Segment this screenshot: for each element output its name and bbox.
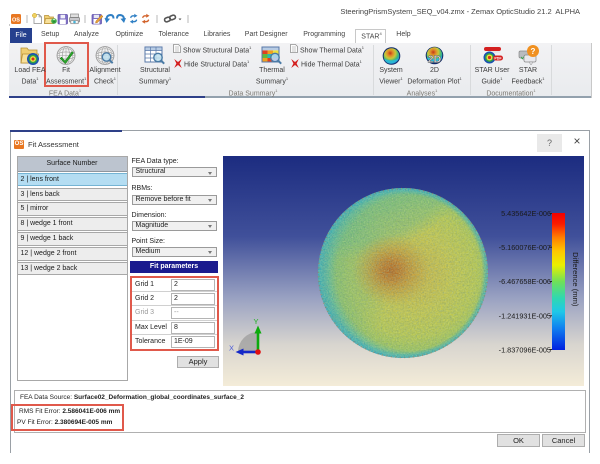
svg-text:-5.160076E-007: -5.160076E-007 [499,243,551,252]
svg-text:Difference (mm): Difference (mm) [571,252,580,307]
svg-text:2D: 2D [428,54,442,66]
svg-text:?: ? [531,47,536,56]
svg-text:X: X [229,344,234,353]
svg-text:-1.241931E-005: -1.241931E-005 [499,311,551,320]
svg-text:-1.837096E-005: -1.837096E-005 [499,346,551,355]
svg-text:-6.467658E-006: -6.467658E-006 [499,277,551,286]
svg-text:5.435642E-006: 5.435642E-006 [501,209,551,218]
svg-text:PDF: PDF [494,56,502,60]
svg-text:Y: Y [253,317,258,326]
